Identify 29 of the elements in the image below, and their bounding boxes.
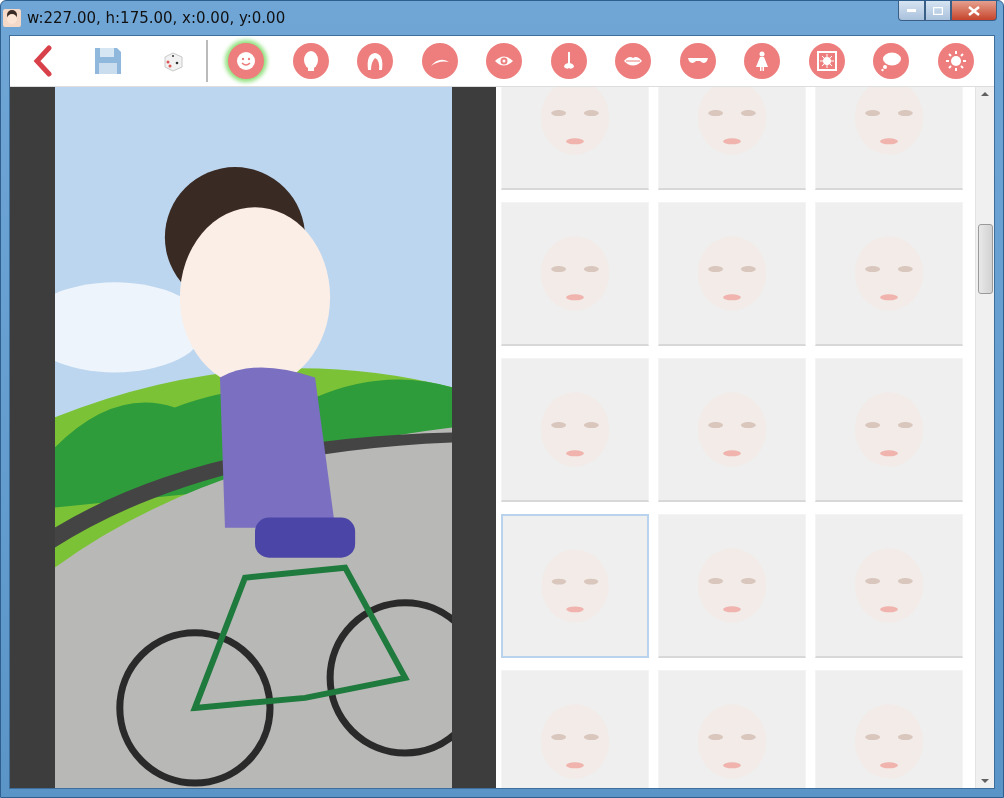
category-button[interactable] [228, 43, 265, 79]
app-icon [3, 9, 21, 27]
category-button[interactable] [744, 43, 781, 79]
category-button[interactable] [679, 43, 716, 79]
category-button[interactable] [937, 43, 974, 79]
category-button[interactable] [873, 43, 910, 79]
category-button[interactable] [550, 43, 587, 79]
close-icon [968, 5, 980, 16]
category-button[interactable] [486, 43, 523, 79]
back-icon [32, 45, 53, 77]
smiley-icon [235, 50, 258, 72]
maximize-button[interactable] [925, 1, 951, 21]
category-button[interactable] [357, 43, 394, 79]
frame-icon [815, 50, 838, 72]
expression-tile[interactable] [501, 514, 649, 658]
window-title: w:227.00, h:175.00, x:0.00, y:0.00 [27, 9, 286, 27]
speech-bubble-icon [880, 50, 903, 72]
category-button[interactable] [615, 43, 652, 79]
minimize-button[interactable] [898, 1, 925, 21]
maximize-icon [933, 6, 943, 15]
close-button[interactable] [951, 1, 997, 21]
save-icon [93, 46, 123, 76]
category-button[interactable] [808, 43, 845, 79]
scrollbar[interactable] [975, 87, 994, 788]
sun-icon [944, 50, 967, 72]
sunglasses-icon [687, 57, 708, 65]
category-button[interactable] [292, 43, 329, 79]
minimize-icon [907, 9, 916, 12]
category-button[interactable] [421, 43, 458, 79]
